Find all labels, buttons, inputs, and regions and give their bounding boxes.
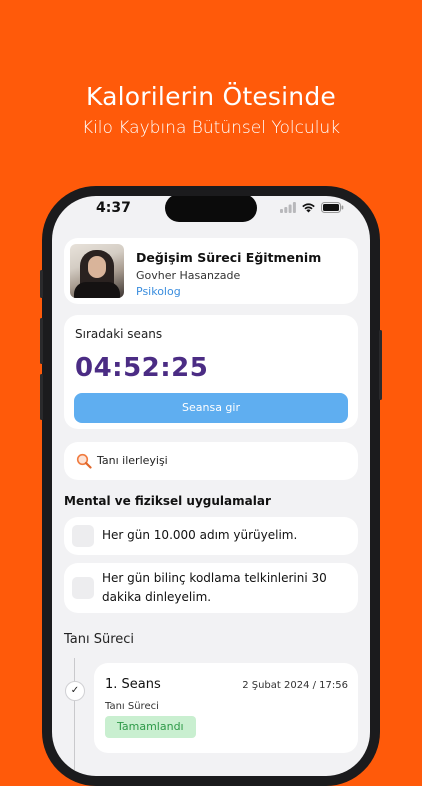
phone-side-button bbox=[40, 270, 43, 298]
hero-subtitle: Kilo Kaybına Bütünsel Yolculuk bbox=[81, 118, 341, 138]
task-checkbox[interactable] bbox=[72, 577, 94, 599]
wifi-icon bbox=[302, 203, 315, 213]
status-bar: 4:37 bbox=[52, 196, 370, 236]
coach-role-link[interactable]: Psikolog bbox=[136, 285, 181, 298]
coach-avatar bbox=[70, 244, 124, 298]
step-subtitle: Tanı Süreci bbox=[105, 701, 159, 712]
practices-title: Mental ve fiziksel uygulamalar bbox=[64, 494, 271, 508]
join-session-button[interactable]: Seansa gir bbox=[74, 393, 348, 423]
signal-icon bbox=[280, 202, 296, 213]
timeline-title: Tanı Süreci bbox=[64, 632, 135, 647]
app-screen: 4:37 Değişim Süreci Eğitmenim Govher Has… bbox=[52, 196, 370, 776]
coach-name: Govher Hasanzade bbox=[136, 269, 241, 282]
task-item[interactable]: Her gün 10.000 adım yürüyelim. bbox=[64, 517, 358, 555]
next-session-card: Sıradaki seans 04:52:25 Seansa gir bbox=[64, 315, 358, 429]
session-countdown: 04:52:25 bbox=[75, 353, 209, 383]
phone-side-button bbox=[40, 318, 43, 364]
phone-side-button bbox=[40, 374, 43, 420]
task-text: Her gün 10.000 adım yürüyelim. bbox=[102, 528, 298, 542]
step-title: 1. Seans bbox=[105, 677, 161, 692]
status-time: 4:37 bbox=[96, 200, 131, 216]
magnifier-icon bbox=[76, 453, 92, 469]
diagnosis-progress-label: Tanı ilerleyişi bbox=[97, 454, 168, 467]
step-date: 2 Şubat 2024 / 17:56 bbox=[242, 680, 348, 691]
status-badge: Tamamlandı bbox=[105, 716, 196, 738]
task-item[interactable]: Her gün bilinç kodlama telkinlerini 30 d… bbox=[64, 563, 358, 613]
phone-side-button bbox=[379, 330, 382, 400]
check-icon: ✓ bbox=[65, 681, 85, 701]
diagnosis-progress-card[interactable]: Tanı ilerleyişi bbox=[64, 442, 358, 480]
timeline-line bbox=[74, 658, 75, 776]
hero-title: Kalorilerin Ötesinde bbox=[85, 82, 336, 111]
task-checkbox[interactable] bbox=[72, 525, 94, 547]
next-session-label: Sıradaki seans bbox=[75, 327, 163, 341]
task-text: Her gün bilinç kodlama telkinlerini 30 d… bbox=[102, 571, 327, 604]
dynamic-island bbox=[165, 196, 257, 222]
status-icons bbox=[280, 202, 344, 213]
coach-card[interactable]: Değişim Süreci Eğitmenim Govher Hasanzad… bbox=[64, 238, 358, 304]
battery-icon bbox=[321, 202, 344, 213]
timeline-step-card[interactable]: 1. Seans 2 Şubat 2024 / 17:56 Tanı Sürec… bbox=[94, 663, 358, 753]
coach-title: Değişim Süreci Eğitmenim bbox=[136, 250, 322, 265]
